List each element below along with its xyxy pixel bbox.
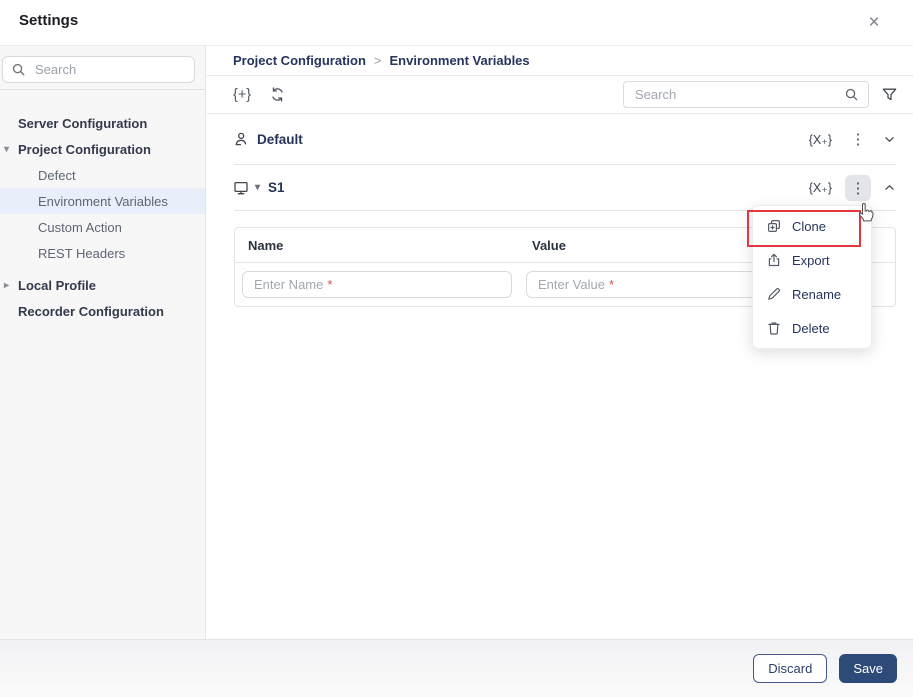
- chevron-down-icon: [882, 132, 897, 147]
- sidebar-divider: [0, 89, 205, 90]
- save-button[interactable]: Save: [839, 654, 897, 683]
- context-menu: Clone Export Rename Delete: [752, 205, 872, 349]
- sidebar-item-defect[interactable]: Defect: [0, 162, 205, 188]
- add-env-variable-icon: {X₊}: [808, 132, 832, 147]
- dialog-title: Settings: [19, 12, 79, 29]
- search-icon: [844, 87, 859, 102]
- sidebar-item-custom-action[interactable]: Custom Action: [0, 214, 205, 240]
- group-s1-label-wrap: ▾ S1: [233, 180, 285, 196]
- title-bar: Settings ×: [0, 0, 913, 46]
- group-default-label-wrap: Default: [233, 131, 303, 147]
- menu-item-export[interactable]: Export: [753, 243, 871, 277]
- chevron-up-icon: [882, 180, 897, 195]
- filter-button[interactable]: [881, 86, 898, 103]
- add-env-variable-icon: {X₊}: [808, 181, 832, 195]
- required-marker: *: [608, 277, 615, 292]
- filter-icon: [881, 86, 898, 103]
- menu-item-clone[interactable]: Clone: [753, 209, 871, 243]
- add-variable-icon: {+}: [233, 86, 252, 103]
- main-panel: Project Configuration > Environment Vari…: [207, 46, 913, 639]
- sidebar-item-local-profile[interactable]: ▸ Local Profile: [0, 272, 205, 298]
- group-s1-actions: {X₊} ⋮: [807, 174, 897, 201]
- search-icon: [11, 62, 26, 77]
- group-name: Default: [257, 131, 303, 147]
- kebab-menu-button-active[interactable]: ⋮: [845, 174, 871, 201]
- user-icon: [233, 131, 249, 147]
- close-icon: ×: [868, 12, 880, 33]
- required-marker: *: [327, 277, 333, 292]
- value-placeholder: Enter Value: [538, 277, 605, 292]
- expand-group-button[interactable]: [882, 132, 897, 147]
- kebab-icon: ⋮: [850, 131, 866, 148]
- breadcrumb-current: Environment Variables: [389, 53, 530, 68]
- delete-icon: [766, 320, 782, 336]
- discard-button[interactable]: Discard: [753, 654, 828, 683]
- column-header-name: Name: [248, 237, 284, 253]
- caret-right-icon: ▸: [4, 279, 10, 291]
- close-button[interactable]: ×: [861, 9, 887, 37]
- variables-search-input[interactable]: [633, 86, 838, 103]
- name-input[interactable]: Enter Name *: [242, 271, 512, 298]
- group-header-s1[interactable]: ▾ S1 {X₊} ⋮: [207, 165, 913, 210]
- monitor-icon: [233, 180, 249, 196]
- export-icon: [766, 252, 782, 268]
- clone-icon: [766, 218, 782, 234]
- group-name: S1: [268, 180, 285, 195]
- caret-down-icon: ▾: [4, 143, 10, 155]
- sidebar-item-recorder-configuration[interactable]: Recorder Configuration: [0, 298, 205, 324]
- group-dropdown-caret-icon[interactable]: ▾: [255, 182, 260, 193]
- refresh-icon: [269, 86, 286, 103]
- refresh-button[interactable]: [269, 86, 286, 103]
- sidebar-search-input[interactable]: [33, 61, 186, 78]
- breadcrumb-separator: >: [373, 53, 382, 68]
- kebab-menu-button[interactable]: ⋮: [845, 126, 871, 152]
- sidebar-item-rest-headers[interactable]: REST Headers: [0, 240, 205, 266]
- breadcrumb: Project Configuration > Environment Vari…: [207, 46, 913, 76]
- footer-bar: Discard Save: [0, 639, 913, 697]
- menu-item-rename[interactable]: Rename: [753, 277, 871, 311]
- add-env-variable-button[interactable]: {X₊}: [807, 180, 834, 195]
- collapse-group-button[interactable]: [882, 180, 897, 195]
- breadcrumb-parent[interactable]: Project Configuration: [233, 53, 366, 68]
- add-env-variable-button[interactable]: {X₊}: [807, 132, 834, 147]
- rename-icon: [766, 286, 782, 302]
- name-placeholder: Enter Name: [254, 277, 324, 292]
- add-variable-button[interactable]: {+}: [233, 87, 251, 103]
- sidebar-search-box[interactable]: [2, 56, 195, 83]
- sidebar: Server Configuration ▾ Project Configura…: [0, 46, 206, 639]
- sidebar-item-project-configuration[interactable]: ▾ Project Configuration: [0, 136, 205, 162]
- variables-search-box[interactable]: [623, 81, 869, 108]
- group-default-actions: {X₊} ⋮: [807, 126, 897, 152]
- menu-item-delete[interactable]: Delete: [753, 311, 871, 345]
- toolbar: {+}: [207, 76, 913, 114]
- sidebar-nav: Server Configuration ▾ Project Configura…: [0, 110, 205, 324]
- group-header-default[interactable]: Default {X₊} ⋮: [207, 114, 913, 164]
- kebab-icon: ⋮: [850, 179, 866, 197]
- sidebar-item-environment-variables[interactable]: Environment Variables: [0, 188, 205, 214]
- sidebar-item-server-configuration[interactable]: Server Configuration: [0, 110, 205, 136]
